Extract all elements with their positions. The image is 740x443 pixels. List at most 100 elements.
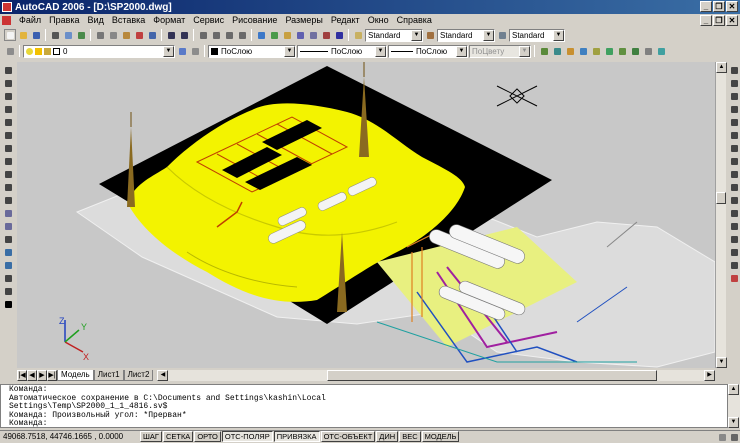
grid-toggle[interactable]: СЕТКА: [162, 431, 194, 442]
undo-icon[interactable]: [165, 29, 177, 41]
break-icon[interactable]: [728, 220, 740, 232]
paste-icon[interactable]: [120, 29, 132, 41]
chevron-down-icon[interactable]: ▼: [163, 45, 174, 57]
trim-icon[interactable]: [728, 181, 740, 193]
fillet-icon[interactable]: [728, 259, 740, 271]
horizontal-scrollbar[interactable]: ◀ ▶: [157, 369, 715, 381]
circle-icon[interactable]: [2, 142, 14, 154]
status-menu-icon[interactable]: [728, 431, 740, 443]
vertical-scrollbar[interactable]: ▲ ▼: [715, 62, 727, 368]
plot-preview-icon[interactable]: [62, 29, 74, 41]
landscape-icon[interactable]: [603, 45, 615, 57]
stretch-icon[interactable]: [728, 168, 740, 180]
publish-icon[interactable]: [75, 29, 87, 41]
scroll-down-icon[interactable]: ▼: [728, 417, 739, 428]
sheet-set-icon[interactable]: [294, 29, 306, 41]
quickcalc-icon[interactable]: [320, 29, 332, 41]
command-window[interactable]: Команда: Автоматическое сохранение в C:\…: [0, 384, 728, 428]
first-tab-icon[interactable]: |◀: [17, 369, 27, 381]
tab-layout1[interactable]: Лист1: [93, 369, 124, 381]
command-prompt[interactable]: Команда:: [9, 420, 719, 429]
menu-tools[interactable]: Сервис: [189, 14, 228, 26]
chamfer-icon[interactable]: [728, 246, 740, 258]
construction-line-icon[interactable]: [2, 77, 14, 89]
design-center-icon[interactable]: [268, 29, 280, 41]
drawing-viewport[interactable]: Z Y X: [17, 62, 715, 368]
scroll-thumb[interactable]: [716, 192, 726, 204]
array-icon[interactable]: [728, 116, 740, 128]
doc-minimize-button[interactable]: _: [700, 15, 712, 26]
zoom-realtime-icon[interactable]: [210, 29, 222, 41]
markup-icon[interactable]: [307, 29, 319, 41]
menu-dimension[interactable]: Размеры: [281, 14, 326, 26]
ortho-toggle[interactable]: ОРТО: [194, 431, 221, 442]
menu-format[interactable]: Формат: [149, 14, 189, 26]
rectangle-icon[interactable]: [2, 116, 14, 128]
zoom-previous-icon[interactable]: [236, 29, 248, 41]
gradient-icon[interactable]: [2, 259, 14, 271]
scale-icon[interactable]: [728, 155, 740, 167]
lineweight-select[interactable]: ПоСлою ▼: [388, 44, 468, 58]
model-toggle[interactable]: МОДЕЛЬ: [421, 431, 460, 442]
text-style-select[interactable]: Standard ▼: [365, 28, 423, 42]
print-icon[interactable]: [49, 29, 61, 41]
help-icon[interactable]: [333, 29, 345, 41]
zoom-window-icon[interactable]: [223, 29, 235, 41]
chevron-down-icon[interactable]: ▼: [483, 29, 494, 41]
polygon-icon[interactable]: [2, 103, 14, 115]
tab-model[interactable]: Модель: [57, 369, 94, 381]
dyn-toggle[interactable]: ДИН: [376, 431, 399, 442]
menu-file[interactable]: Файл: [15, 14, 45, 26]
osnap-toggle[interactable]: ПРИВЯЗКА: [273, 431, 320, 442]
autocad-app-icon[interactable]: [2, 2, 12, 12]
scene-icon[interactable]: [629, 45, 641, 57]
revision-cloud-icon[interactable]: [2, 155, 14, 167]
hide-icon[interactable]: [551, 45, 563, 57]
layer-lock-icon[interactable]: [44, 47, 51, 55]
layer-previous-icon[interactable]: [189, 45, 201, 57]
offset-icon[interactable]: [728, 103, 740, 115]
lights-icon[interactable]: [577, 45, 589, 57]
menu-insert[interactable]: Вставка: [108, 14, 149, 26]
table-icon[interactable]: [2, 285, 14, 297]
redo-icon[interactable]: [178, 29, 190, 41]
scroll-right-icon[interactable]: ▶: [704, 369, 715, 381]
block-editor-icon[interactable]: [146, 29, 158, 41]
doc-close-button[interactable]: ✕: [726, 15, 738, 26]
tool-palettes-icon[interactable]: [281, 29, 293, 41]
last-tab-icon[interactable]: ▶|: [47, 369, 57, 381]
command-window-scrollbar[interactable]: ▲ ▼: [728, 384, 740, 428]
explode-icon[interactable]: [728, 272, 740, 284]
fog-icon[interactable]: [616, 45, 628, 57]
spline-icon[interactable]: [2, 168, 14, 180]
minimize-button[interactable]: _: [700, 1, 712, 12]
chevron-down-icon[interactable]: ▼: [375, 45, 386, 57]
erase-icon[interactable]: [728, 64, 740, 76]
point-icon[interactable]: [2, 233, 14, 245]
document-icon[interactable]: [2, 15, 11, 25]
scroll-up-icon[interactable]: ▲: [728, 384, 739, 395]
chevron-down-icon[interactable]: ▼: [284, 45, 295, 57]
linetype-select[interactable]: ПоСлою ▼: [297, 44, 387, 58]
hatch-icon[interactable]: [2, 246, 14, 258]
menu-modify[interactable]: Редакт: [327, 14, 364, 26]
render-tool-icon[interactable]: [538, 45, 550, 57]
color-select[interactable]: ПоСлою ▼: [208, 44, 296, 58]
chevron-down-icon[interactable]: ▼: [411, 29, 422, 41]
match-properties-icon[interactable]: [133, 29, 145, 41]
join-icon[interactable]: [728, 233, 740, 245]
chevron-down-icon[interactable]: ▼: [553, 29, 564, 41]
layer-on-icon[interactable]: [26, 47, 33, 55]
move-icon[interactable]: [728, 129, 740, 141]
scroll-left-icon[interactable]: ◀: [157, 369, 169, 381]
multiline-text-icon[interactable]: [2, 298, 14, 310]
cut-icon[interactable]: [94, 29, 106, 41]
polyline-icon[interactable]: [2, 90, 14, 102]
dim-style-select[interactable]: Standard ▼: [437, 28, 495, 42]
copy-object-icon[interactable]: [728, 77, 740, 89]
prev-tab-icon[interactable]: ◀: [27, 369, 37, 381]
table-style-select[interactable]: Standard ▼: [509, 28, 565, 42]
region-icon[interactable]: [2, 272, 14, 284]
rotate-icon[interactable]: [728, 142, 740, 154]
next-tab-icon[interactable]: ▶: [37, 369, 47, 381]
